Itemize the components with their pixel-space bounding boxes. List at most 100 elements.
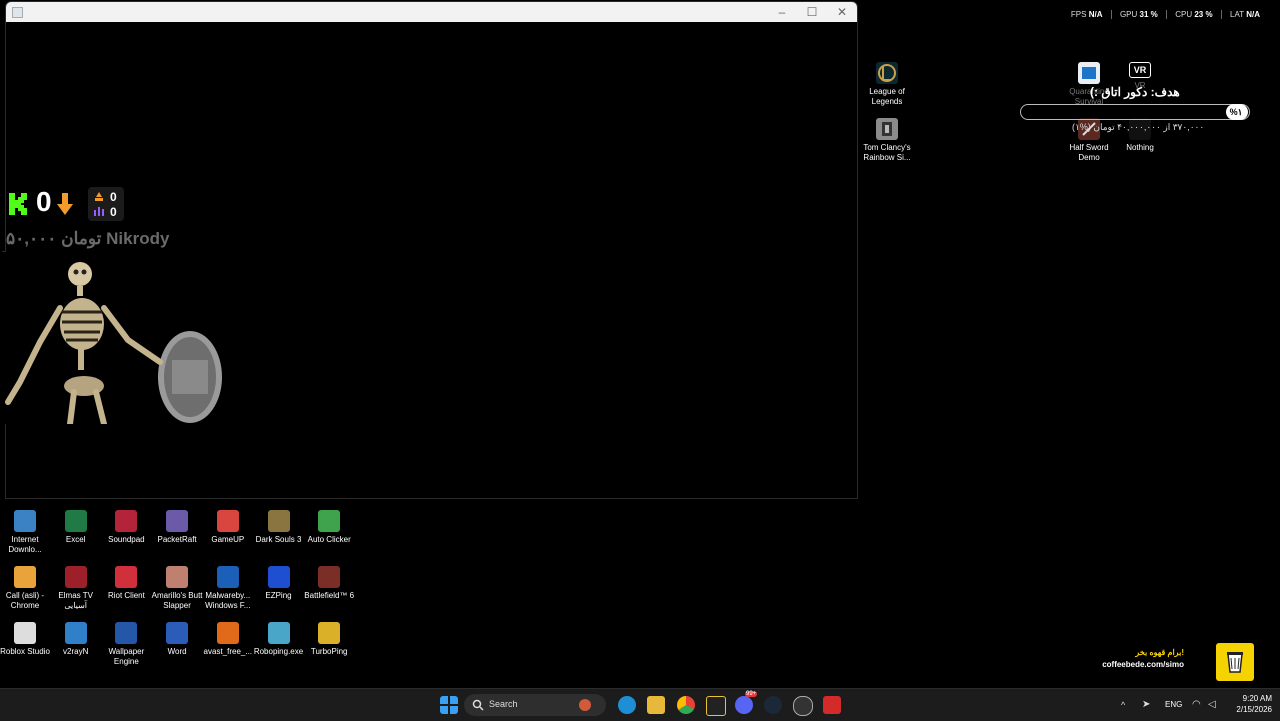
skeleton-shield-graphic	[0, 252, 222, 424]
coffee-url[interactable]: coffeebede.com/simo	[1088, 660, 1184, 669]
battlefield-icon	[318, 566, 341, 588]
rainbow-six-icon	[876, 118, 898, 140]
desktop-icon-label: TurboPing	[310, 647, 348, 656]
desktop-icon[interactable]: Battlefield™ 6	[301, 566, 357, 601]
desktop-icon[interactable]: Auto Clicker	[301, 510, 357, 545]
close-button[interactable]: ✕	[827, 4, 857, 20]
bf-app-icon[interactable]	[823, 696, 841, 714]
desktop-icon[interactable]: Excel	[48, 510, 104, 545]
desktop-icon[interactable]: Roblox Studio	[0, 622, 53, 657]
lat-value: N/A	[1246, 10, 1260, 19]
minimize-button[interactable]: –	[767, 4, 797, 20]
start-button-icon[interactable]	[440, 696, 458, 714]
desktop-icon[interactable]: PacketRaft	[149, 510, 205, 545]
desktop-icon[interactable]: Word	[149, 622, 205, 657]
performance-stats: FPS N/A GPU 31 % CPU 23 % LAT N/A	[1070, 10, 1260, 20]
steam-icon[interactable]	[764, 696, 782, 714]
desktop-icon-label: PacketRaft	[157, 535, 197, 544]
stat-top-value: 0	[110, 190, 117, 204]
chrome-icon[interactable]	[677, 696, 695, 714]
desktop-icon[interactable]: Malwareby... Windows F...	[200, 566, 256, 611]
desktop-icon-label: Auto Clicker	[307, 535, 351, 544]
quarantine-icon	[1078, 62, 1100, 84]
turboping-icon	[318, 622, 341, 644]
search-icon	[472, 699, 484, 711]
desktop-icon-label: Elmas TV آسیایی	[58, 591, 93, 610]
window-titlebar[interactable]: – ☐ ✕	[6, 2, 857, 22]
league-of-legends-icon	[876, 62, 898, 84]
coffee-button[interactable]	[1216, 643, 1254, 681]
app-icon	[12, 7, 23, 18]
edge-icon[interactable]	[618, 696, 636, 714]
maximize-button[interactable]: ☐	[797, 4, 827, 20]
desktop-icon[interactable]: avast_free_...	[200, 622, 256, 657]
ezping-icon	[267, 566, 290, 588]
cpu-value: 23 %	[1194, 10, 1213, 19]
desktop-icon-label: Amarillo's Butt Slapper	[151, 591, 203, 610]
desktop-icon-label: avast_free_...	[203, 647, 253, 656]
chrome-icon	[14, 566, 36, 588]
discord-icon[interactable]: 99+	[735, 691, 758, 714]
desktop-icon-label: Half Sword Demo	[1069, 143, 1109, 162]
desktop-icon-rainbow-six[interactable]: Tom Clancy's Rainbow Si...	[859, 118, 915, 163]
speaker-icon[interactable]: ◁	[1208, 699, 1216, 710]
coffee-cup-icon	[1227, 652, 1243, 673]
gpu-label: GPU	[1119, 10, 1138, 19]
desktop-icon[interactable]: Soundpad	[98, 510, 154, 545]
roblox-icon	[14, 622, 36, 644]
wifi-icon[interactable]: ◠	[1192, 699, 1201, 710]
app-window[interactable]: – ☐ ✕	[5, 1, 858, 499]
desktop-icon[interactable]: Internet Downlo...	[0, 510, 53, 555]
desktop-icon-label: Malwareby... Windows F...	[205, 591, 251, 610]
send-icon[interactable]: ➤	[1142, 699, 1150, 710]
donor-alert-text: ۵۰,۰۰۰ تومان Nikrody	[6, 229, 170, 248]
desktop-icon[interactable]: Elmas TV آسیایی	[48, 566, 104, 611]
riot-client-icon	[115, 566, 138, 588]
excel-icon	[64, 510, 87, 532]
v2rayn-icon	[64, 622, 87, 644]
desktop-icon-label: EZPing	[265, 591, 292, 600]
pen-app-icon[interactable]	[706, 696, 726, 716]
taskbar: Search 99+ ^ ➤ ENG ◠ ◁ 9:20 AM 2/15/2026	[0, 688, 1280, 721]
goal-progress-percent: %۱	[1226, 104, 1246, 120]
desktop-icon-label: Battlefield™ 6	[304, 591, 355, 600]
desktop-icon[interactable]: Dark Souls 3	[251, 510, 307, 545]
language-indicator[interactable]: ENG	[1165, 700, 1182, 709]
person-icon	[95, 192, 103, 201]
avast-icon	[216, 622, 239, 644]
desktop-icon-league-of-legends[interactable]: League of Legends	[859, 62, 915, 107]
wallpaper-engine-icon	[115, 622, 138, 644]
auto-clicker-icon	[318, 510, 341, 532]
search-placeholder: Search	[489, 699, 518, 709]
desktop-icon[interactable]: GameUP	[200, 510, 256, 545]
chevron-up-icon[interactable]: ^	[1121, 700, 1125, 710]
desktop-icon[interactable]: Wallpaper Engine	[98, 622, 154, 667]
desktop-icon-label: Internet Downlo...	[8, 535, 42, 554]
fps-label: FPS	[1070, 10, 1087, 19]
desktop-icon[interactable]: Roboping.exe	[251, 622, 307, 657]
desktop-icon-label: Call (asli) - Chrome	[5, 591, 45, 610]
desktop-icon[interactable]: Riot Client	[98, 566, 154, 601]
desktop-icon[interactable]: EZPing	[251, 566, 307, 601]
taskbar-search[interactable]: Search	[464, 694, 606, 716]
internet-download-icon	[14, 510, 36, 532]
desktop-icon-label: Soundpad	[108, 535, 145, 544]
stat-bottom-value: 0	[110, 205, 117, 219]
desktop-icon[interactable]: Call (asli) - Chrome	[0, 566, 53, 611]
coffee-title: برام قهوه بخر!	[1135, 648, 1184, 657]
roboping-icon	[267, 622, 290, 644]
desktop-icon[interactable]: Amarillo's Butt Slapper	[149, 566, 205, 611]
clock-date: 2/15/2026	[1236, 705, 1272, 714]
packetraft-icon	[166, 510, 189, 532]
gpu-value: 31 %	[1139, 10, 1158, 19]
desktop-icon-label: Excel	[65, 535, 86, 544]
amarillo-icon	[166, 566, 189, 588]
coffee-widget[interactable]: برام قهوه بخر! coffeebede.com/simo	[1088, 648, 1184, 669]
desktop-icon[interactable]: TurboPing	[301, 622, 357, 657]
file-explorer-icon[interactable]	[647, 696, 665, 714]
desktop-icon-label: Roboping.exe	[253, 647, 304, 656]
clock[interactable]: 9:20 AM 2/15/2026	[1226, 693, 1272, 715]
desktop-icon[interactable]: v2rayN	[48, 622, 104, 657]
soundpad-icon	[115, 510, 138, 532]
settings-app-icon[interactable]	[793, 696, 813, 716]
